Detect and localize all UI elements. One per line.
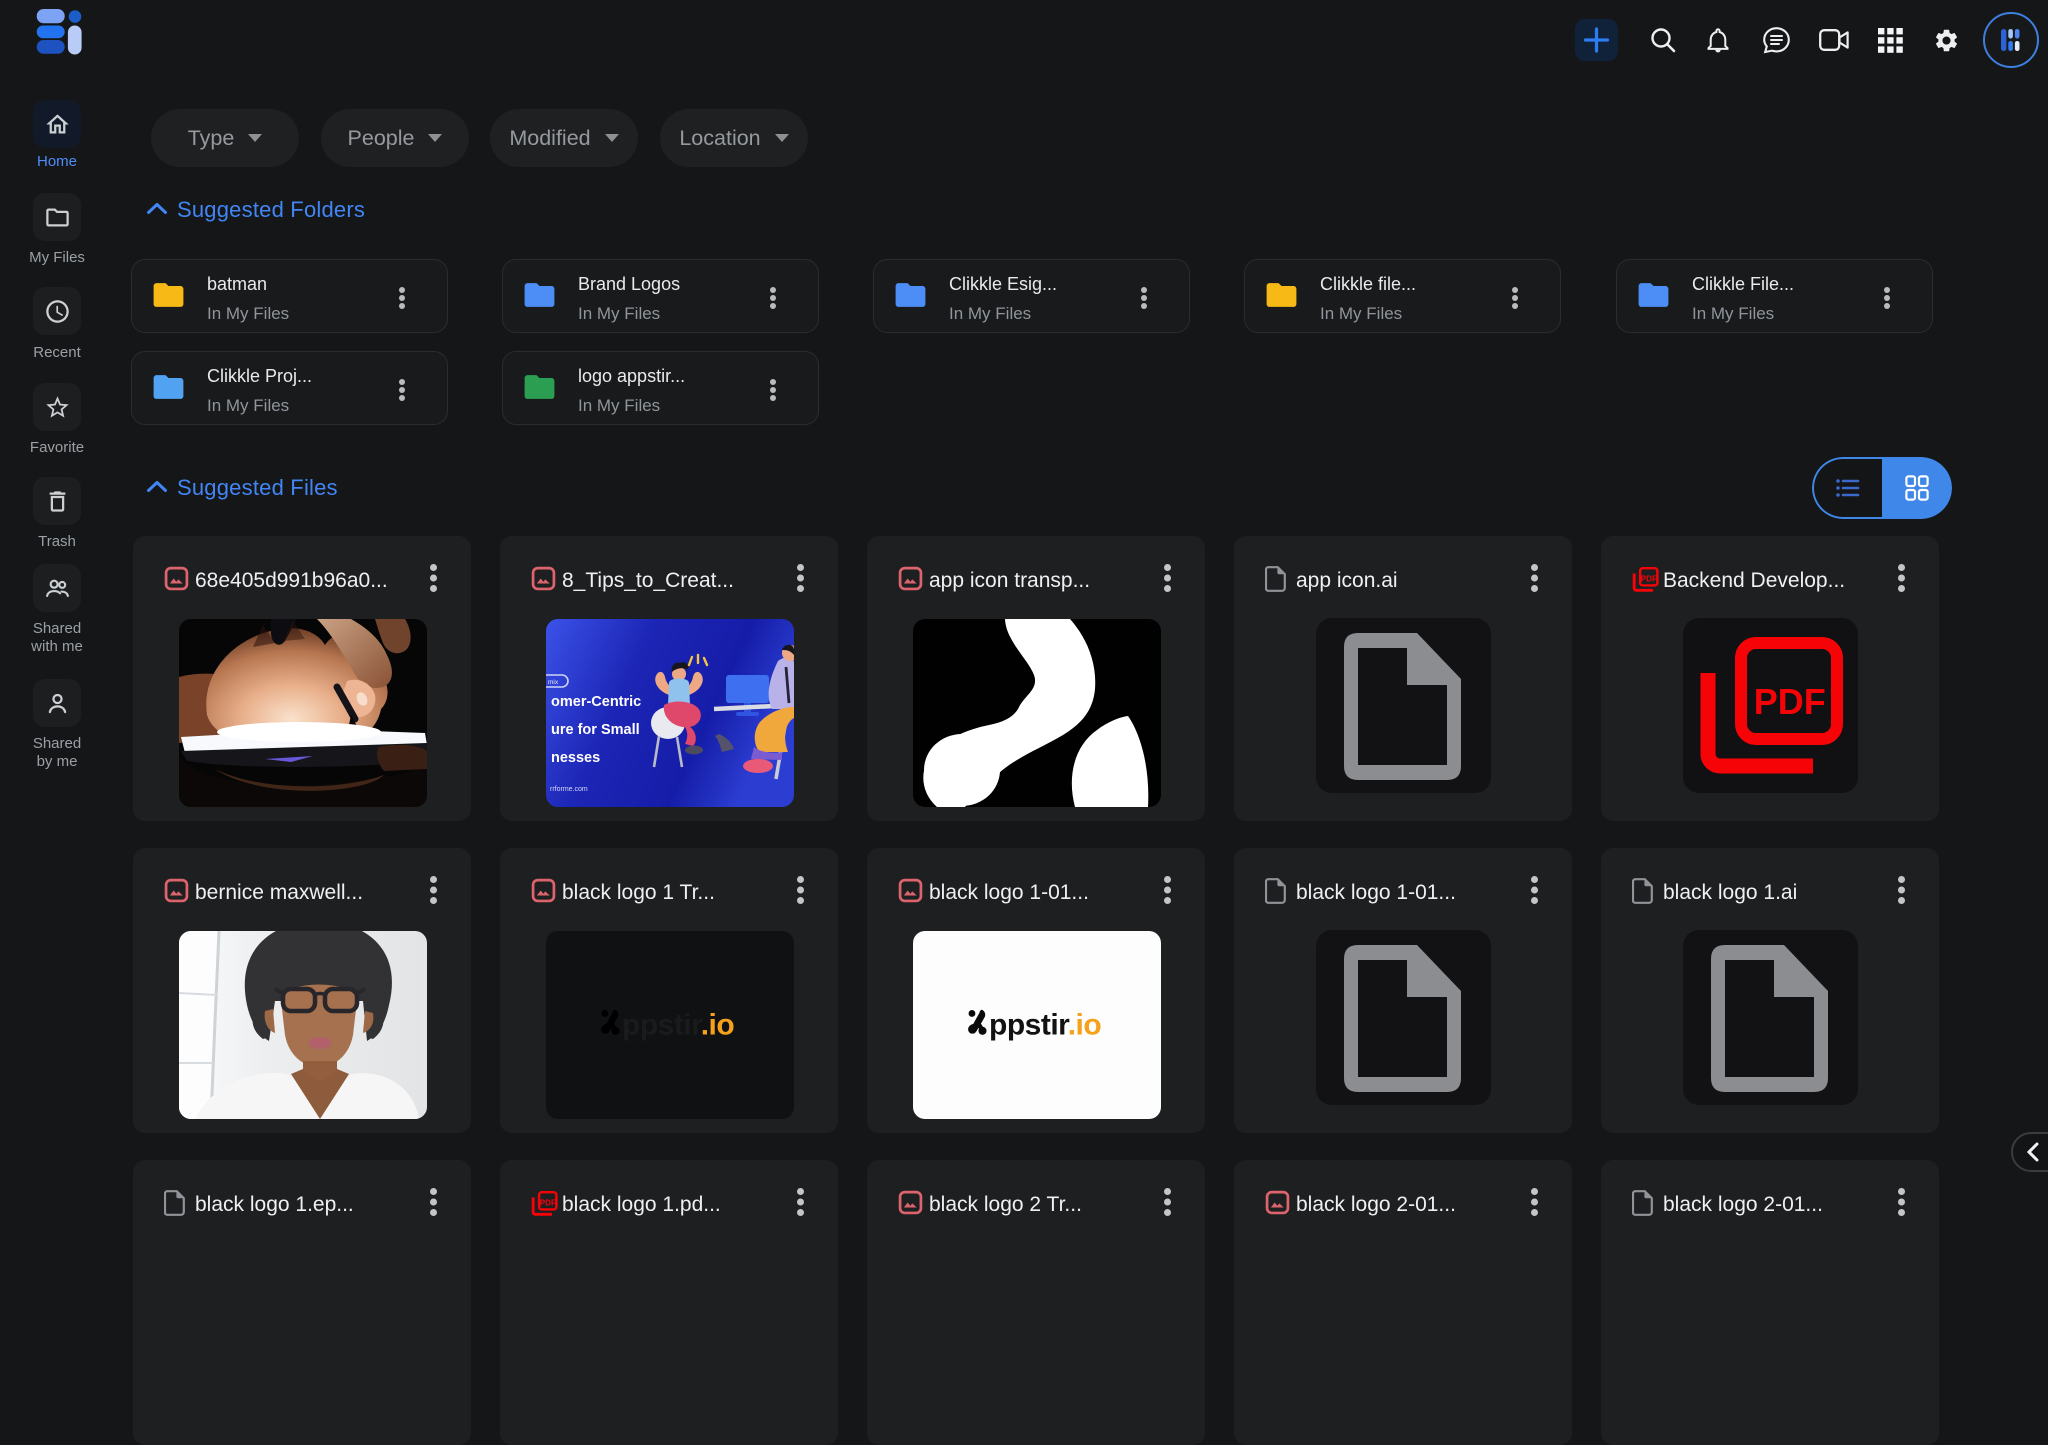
svg-text:ppstir.io: ppstir.io [989,1009,1101,1041]
svg-text:ppstir.io: ppstir.io [622,1009,734,1041]
svg-text:PDF: PDF [1754,681,1826,722]
svg-text:PDF: PDF [1641,574,1657,583]
svg-text:rrforme.com: rrforme.com [550,786,588,793]
svg-text:PDF: PDF [540,1198,556,1207]
svg-text:nesses: nesses [551,750,600,766]
svg-text:ure for Small: ure for Small [551,722,640,738]
svg-text:mix: mix [548,679,559,686]
svg-text:omer-Centric: omer-Centric [551,694,641,710]
